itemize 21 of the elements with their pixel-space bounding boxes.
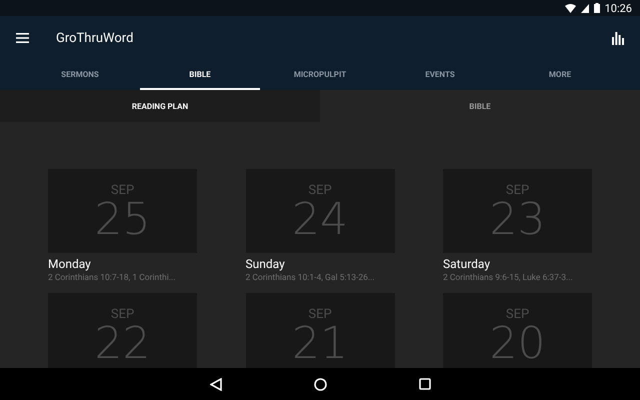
weekday-label: Monday xyxy=(48,257,92,271)
home-icon[interactable] xyxy=(314,378,326,390)
weekday-label: Sunday xyxy=(246,257,286,271)
overview-icon[interactable] xyxy=(418,378,430,390)
sub-tab[interactable]: READING PLAN xyxy=(0,90,320,122)
battery-icon xyxy=(594,3,600,13)
reading-passages: 2 Corinthians 9:6-15, Luke 6:37-3... xyxy=(443,273,574,283)
wifi-icon xyxy=(564,4,576,12)
weekday-label: Saturday xyxy=(443,257,492,271)
reading-passages: 2 Corinthians 10:7-18, 1 Corinthi... xyxy=(48,273,176,283)
clock-time: 10:26 xyxy=(604,2,632,14)
back-icon[interactable] xyxy=(210,378,222,390)
reading-passages: 2 Corinthians 10:1-4, Gal 5:13-26... xyxy=(246,273,376,283)
nav-tab[interactable]: EVENTS xyxy=(380,60,500,90)
menu-icon[interactable] xyxy=(16,33,29,43)
nav-tab[interactable]: MICROPULPIT xyxy=(260,60,380,90)
app-title: GroThruWord xyxy=(56,30,134,46)
signal-icon xyxy=(580,4,589,12)
bar-chart-icon[interactable] xyxy=(612,32,624,44)
nav-tab[interactable]: MORE xyxy=(500,60,620,90)
nav-tab[interactable]: SERMONS xyxy=(20,60,140,90)
